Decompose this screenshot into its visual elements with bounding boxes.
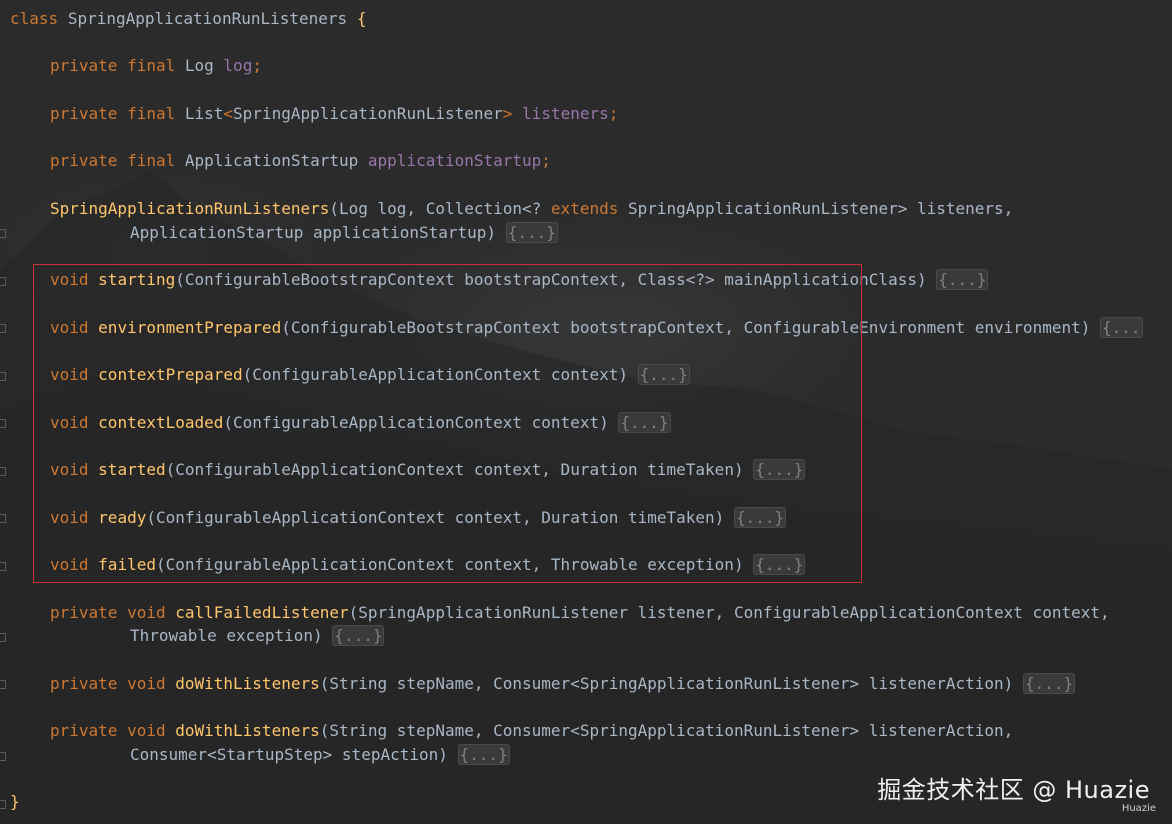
open-brace: { bbox=[356, 9, 367, 28]
class-close-brace: } bbox=[10, 791, 20, 813]
folded-body[interactable]: {...} bbox=[332, 625, 385, 646]
method-name: doWithListeners bbox=[175, 674, 320, 693]
method-call-failed-listener-line-2: Throwable exception) {...} bbox=[130, 625, 385, 647]
generic-type: SpringApplicationRunListener bbox=[233, 104, 503, 123]
modifiers: private final bbox=[50, 56, 176, 75]
modifiers: private final bbox=[50, 104, 176, 123]
folded-body[interactable]: {...} bbox=[505, 222, 558, 243]
method-call-failed-listener-line-1: private void callFailedListener(SpringAp… bbox=[50, 602, 1110, 624]
constructor-name: SpringApplicationRunListeners bbox=[50, 199, 330, 218]
folded-body[interactable]: {...} bbox=[1022, 673, 1076, 694]
field-type: ApplicationStartup bbox=[184, 151, 359, 170]
keyword: class bbox=[10, 9, 59, 28]
field-type: List bbox=[184, 104, 224, 123]
generic-close: > bbox=[502, 104, 513, 123]
semicolon: ; bbox=[608, 104, 619, 123]
method-name: callFailedListener bbox=[175, 603, 349, 622]
watermark-text: 掘金技术社区 @ Huazie bbox=[877, 776, 1150, 804]
constructor-line-2: ApplicationStartup applicationStartup) {… bbox=[130, 222, 558, 244]
field-name: log bbox=[223, 56, 253, 75]
modifiers: private final bbox=[50, 151, 176, 170]
method-do-with-listeners-2-line-2: Consumer<StartupStep> stepAction) {...} bbox=[130, 744, 510, 766]
generic-open: < bbox=[223, 104, 234, 123]
highlight-rectangle bbox=[33, 264, 862, 583]
method-name: doWithListeners bbox=[175, 721, 320, 740]
modifiers: private void bbox=[50, 721, 166, 740]
field-application-startup: private final ApplicationStartup applica… bbox=[50, 150, 551, 172]
folded-body[interactable]: {... bbox=[1100, 317, 1143, 338]
params: (SpringApplicationRunListener listener, … bbox=[348, 603, 1110, 622]
constructor-line-1: SpringApplicationRunListeners(Log log, C… bbox=[50, 198, 1013, 220]
class-declaration: class SpringApplicationRunListeners { bbox=[10, 8, 366, 30]
modifiers: private void bbox=[50, 674, 166, 693]
params: SpringApplicationRunListener> listeners, bbox=[618, 199, 1014, 218]
field-name: listeners bbox=[522, 104, 609, 123]
params: (String stepName, Consumer<SpringApplica… bbox=[319, 674, 1014, 693]
params: (Log log, Collection<? bbox=[329, 199, 551, 218]
field-listeners: private final List<SpringApplicationRunL… bbox=[50, 103, 618, 125]
watermark-subtext: Huazie bbox=[1121, 803, 1156, 814]
method-do-with-listeners-2-line-1: private void doWithListeners(String step… bbox=[50, 720, 1013, 742]
method-do-with-listeners-1: private void doWithListeners(String step… bbox=[50, 673, 1076, 695]
params: ApplicationStartup applicationStartup) bbox=[130, 223, 497, 242]
folded-body[interactable]: {...} bbox=[936, 269, 989, 290]
field-log: private final Log log; bbox=[50, 55, 262, 77]
params: Consumer<StartupStep> stepAction) bbox=[130, 745, 448, 764]
semicolon: ; bbox=[541, 151, 551, 170]
field-type: Log bbox=[184, 56, 214, 75]
folded-body[interactable]: {...} bbox=[457, 744, 510, 765]
params: Throwable exception) bbox=[130, 626, 323, 645]
field-name: applicationStartup bbox=[367, 151, 542, 170]
modifiers: private void bbox=[50, 603, 166, 622]
semicolon: ; bbox=[252, 56, 262, 75]
params: (String stepName, Consumer<SpringApplica… bbox=[319, 721, 1014, 740]
class-name: SpringApplicationRunListeners bbox=[67, 9, 348, 28]
keyword: extends bbox=[550, 199, 619, 218]
close-brace: } bbox=[10, 792, 20, 811]
